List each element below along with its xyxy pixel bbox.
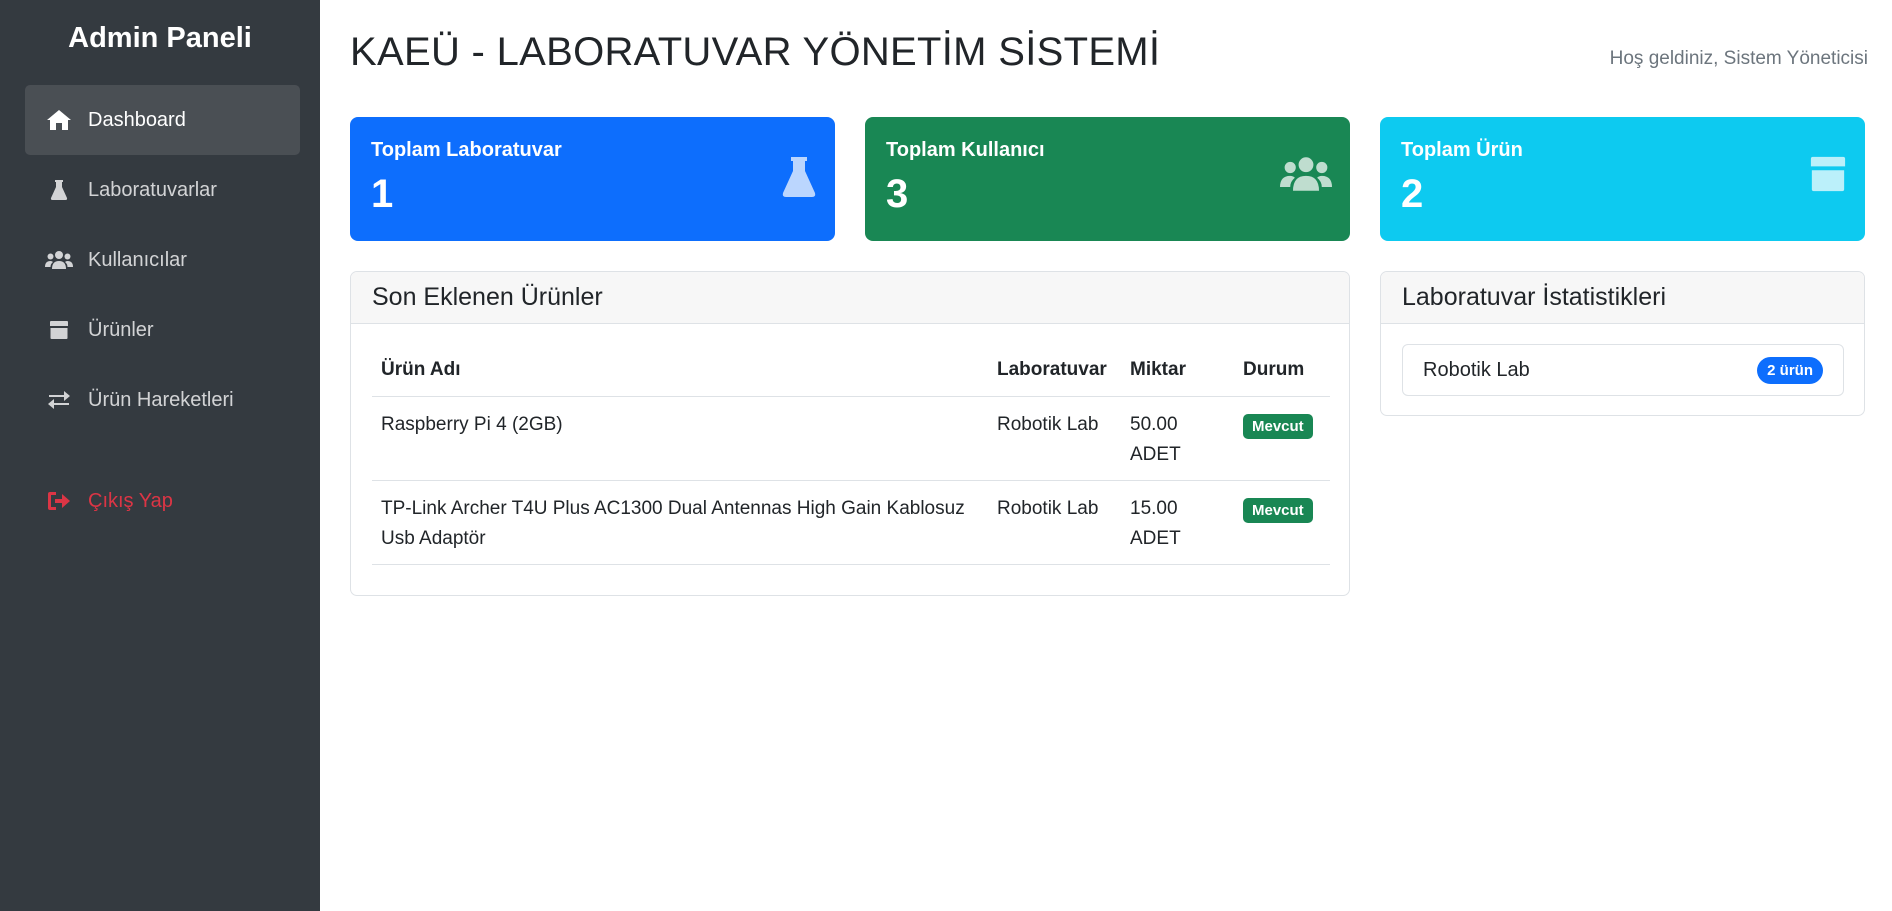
- page-title: KAEÜ - LABORATUVAR YÖNETİM SİSTEMİ: [350, 30, 1161, 74]
- list-item: Robotik Lab 2 ürün: [1402, 344, 1844, 396]
- box-icon: [44, 317, 74, 343]
- stat-value: 1: [371, 172, 394, 216]
- sidebar-item-label: Ürünler: [88, 318, 154, 341]
- stat-label: Toplam Kullanıcı: [886, 139, 1045, 161]
- sidebar-item-label: Kullanıcılar: [88, 248, 187, 271]
- sidebar-item-kullanicilar[interactable]: Kullanıcılar: [25, 225, 300, 295]
- product-name: Raspberry Pi 4 (2GB): [372, 396, 988, 481]
- column-header: Durum: [1234, 344, 1330, 397]
- brand-title: Admin Paneli: [68, 22, 252, 54]
- product-status: Mevcut: [1234, 396, 1330, 481]
- stat-label: Toplam Ürün: [1401, 139, 1523, 161]
- product-lab: Robotik Lab: [988, 480, 1121, 565]
- product-name: TP-Link Archer T4U Plus AC1300 Dual Ante…: [372, 480, 988, 565]
- column-header: Miktar: [1121, 344, 1234, 397]
- sidebar-item-label: Laboratuvarlar: [88, 178, 217, 201]
- quantity-value: 15.00: [1130, 497, 1178, 519]
- table-header-row: Ürün Adı Laboratuvar Miktar Durum: [372, 344, 1330, 397]
- sidebar-nav: Dashboard Laboratuvarlar Kullanıcılar Ür…: [25, 85, 300, 435]
- stat-value: 3: [886, 172, 909, 216]
- table-row: Raspberry Pi 4 (2GB) Robotik Lab 50.00 AD…: [372, 396, 1330, 481]
- recent-products-panel: Son Eklenen Ürünler Ürün Adı Laboratuvar…: [350, 271, 1350, 596]
- flask-icon: [781, 155, 817, 204]
- stat-card-urun: Toplam Ürün 2: [1380, 117, 1865, 241]
- recent-products-title: Son Eklenen Ürünler: [351, 272, 1349, 324]
- stat-value: 2: [1401, 172, 1424, 216]
- quantity-unit: ADET: [1130, 527, 1181, 549]
- sidebar-logout-group: Çıkış Yap: [25, 466, 300, 536]
- recent-products-table: Ürün Adı Laboratuvar Miktar Durum Raspbe…: [372, 344, 1330, 565]
- sign-out-icon: [44, 488, 74, 514]
- users-icon: [1280, 155, 1332, 198]
- logout-button[interactable]: Çıkış Yap: [25, 466, 300, 536]
- table-row: TP-Link Archer T4U Plus AC1300 Dual Ante…: [372, 480, 1330, 565]
- stat-card-kullanici: Toplam Kullanıcı 3: [865, 117, 1350, 241]
- product-quantity: 50.00 ADET: [1121, 396, 1234, 481]
- sidebar-item-label: Dashboard: [88, 108, 186, 131]
- sidebar-item-label: Ürün Hareketleri: [88, 388, 234, 411]
- sidebar-item-laboratuvarlar[interactable]: Laboratuvarlar: [25, 155, 300, 225]
- home-icon: [44, 107, 74, 133]
- stat-card-laboratuvar: Toplam Laboratuvar 1: [350, 117, 835, 241]
- lab-name: Robotik Lab: [1423, 358, 1530, 381]
- product-lab: Robotik Lab: [988, 396, 1121, 481]
- box-icon: [1809, 155, 1847, 198]
- stat-label: Toplam Laboratuvar: [371, 139, 562, 161]
- users-icon: [44, 247, 74, 273]
- welcome-text: Hoş geldiniz, Sistem Yöneticisi: [1609, 48, 1868, 69]
- sidebar: Admin Paneli Dashboard Laboratuvarlar Ku…: [0, 0, 320, 911]
- logout-label: Çıkış Yap: [88, 489, 173, 512]
- sidebar-item-urunler[interactable]: Ürünler: [25, 295, 300, 365]
- column-header: Laboratuvar: [988, 344, 1121, 397]
- quantity-unit: ADET: [1130, 443, 1181, 465]
- product-quantity: 15.00 ADET: [1121, 480, 1234, 565]
- lab-stats-panel: Laboratuvar İstatistikleri Robotik Lab 2…: [1380, 271, 1865, 416]
- count-badge: 2 ürün: [1757, 356, 1823, 384]
- sidebar-item-dashboard[interactable]: Dashboard: [25, 85, 300, 155]
- sidebar-item-urun-hareketleri[interactable]: Ürün Hareketleri: [25, 365, 300, 435]
- exchange-icon: [44, 387, 74, 413]
- product-status: Mevcut: [1234, 480, 1330, 565]
- status-badge: Mevcut: [1243, 413, 1313, 439]
- flask-icon: [44, 177, 74, 203]
- column-header: Ürün Adı: [372, 344, 988, 397]
- lab-stats-title: Laboratuvar İstatistikleri: [1381, 272, 1864, 324]
- quantity-value: 50.00: [1130, 413, 1178, 435]
- status-badge: Mevcut: [1243, 497, 1313, 523]
